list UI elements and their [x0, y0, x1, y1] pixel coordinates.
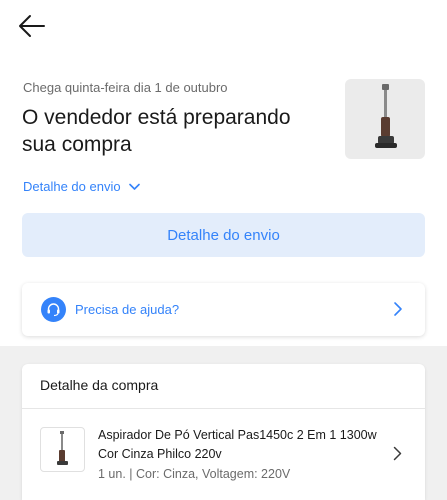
item-name: Aspirador De Pó Vertical Pas1450c 2 Em 1…: [98, 428, 377, 461]
headset-icon: [41, 297, 66, 322]
vacuum-product-image: [375, 84, 397, 148]
purchase-detail-card: Detalhe da compra Aspirador De Pó Vertic…: [22, 364, 425, 500]
purchase-item-row[interactable]: Aspirador De Pó Vertical Pas1450c 2 Em 1…: [22, 409, 425, 500]
help-card[interactable]: Precisa de ajuda?: [22, 283, 425, 336]
vacuum-product-image: [57, 431, 68, 465]
status-headline: O vendedor está preparando sua compra: [22, 104, 322, 158]
purchase-detail-title: Detalhe da compra: [40, 377, 159, 393]
shipment-detail-link-label: Detalhe do envio: [23, 179, 121, 194]
help-label: Precisa de ajuda?: [75, 302, 180, 317]
chevron-right-icon: [393, 446, 402, 461]
status-headline-line1: O vendedor está preparando: [22, 106, 291, 129]
arrow-left-icon: [19, 15, 45, 37]
shipment-detail-button[interactable]: Detalhe do envio: [22, 213, 425, 257]
product-thumbnail: [345, 79, 425, 159]
delivery-eta: Chega quinta-feira dia 1 de outubro: [23, 80, 228, 95]
shipment-detail-link[interactable]: Detalhe do envio: [23, 179, 140, 194]
shipment-detail-button-label: Detalhe do envio: [167, 226, 280, 244]
chevron-down-icon: [128, 183, 140, 190]
status-headline-line2: sua compra: [22, 133, 132, 156]
chevron-right-icon: [394, 302, 402, 316]
item-attributes: 1 un. | Cor: Cinza, Voltagem: 220V: [98, 467, 291, 481]
item-thumbnail: [40, 427, 85, 472]
back-button[interactable]: [16, 12, 48, 40]
